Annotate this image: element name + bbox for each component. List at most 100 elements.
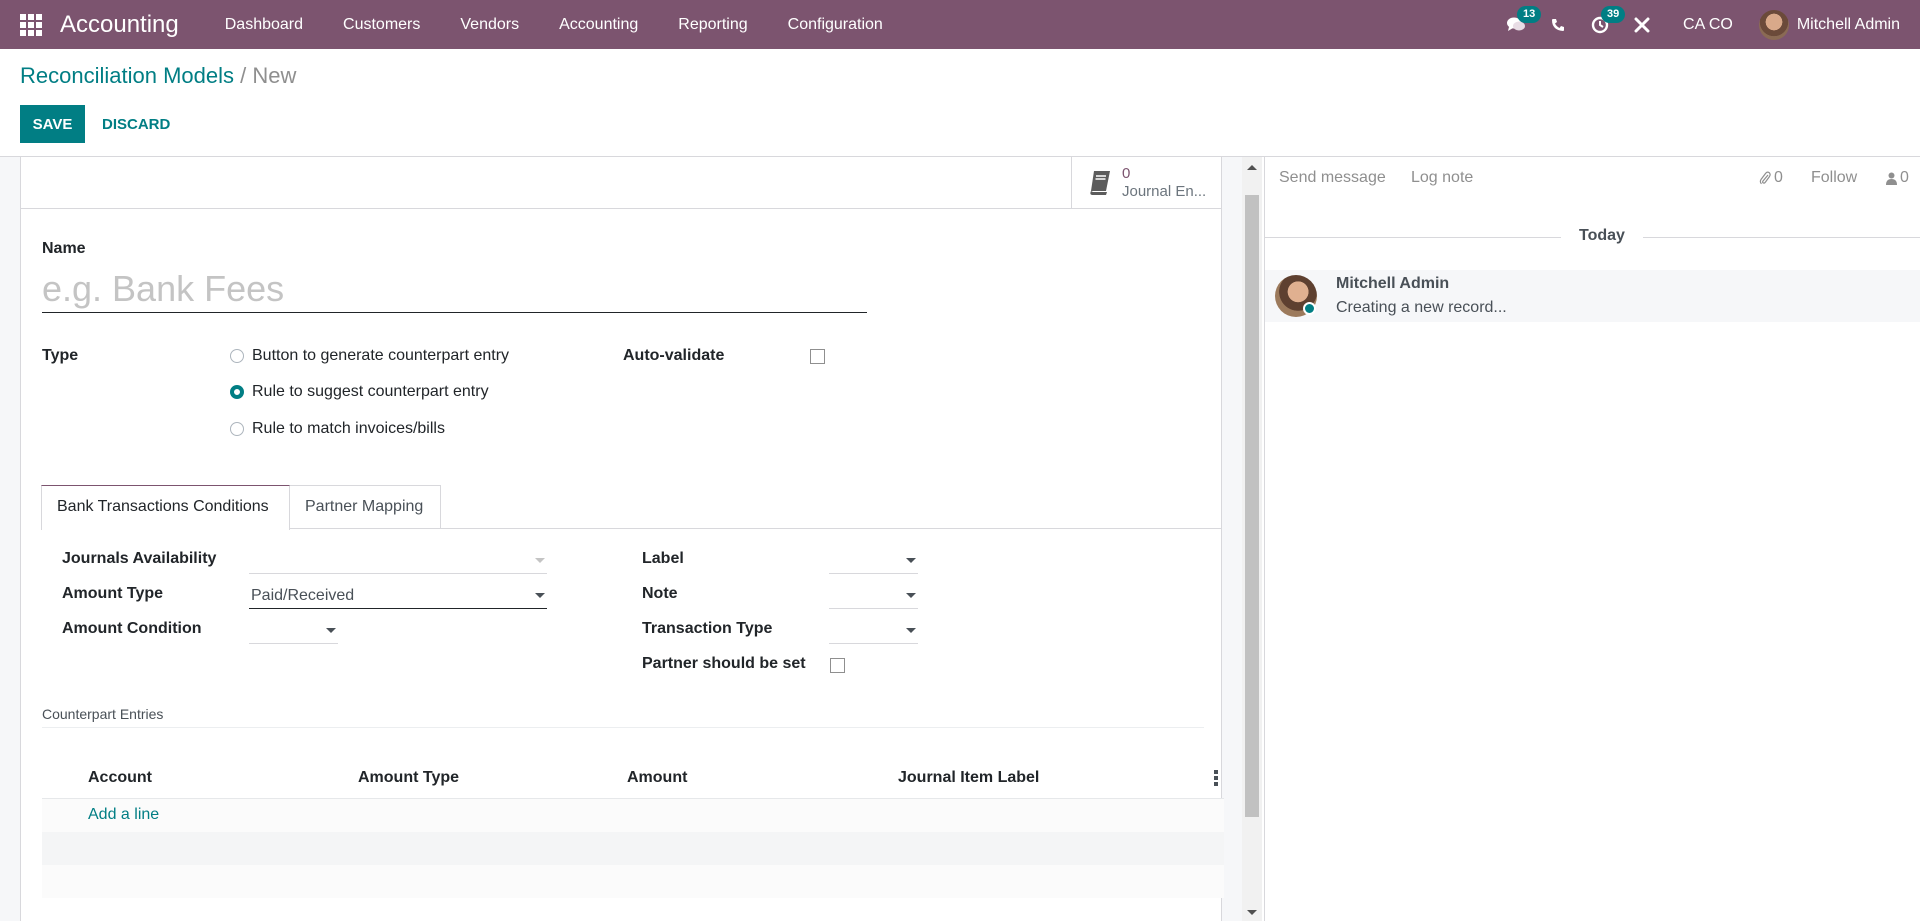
column-amount-type[interactable]: Amount Type — [358, 769, 459, 787]
counterpart-entries-table: Account Amount Type Amount Journal Item … — [42, 757, 1224, 898]
breadcrumb-separator: / — [240, 63, 247, 88]
tools-icon — [1634, 17, 1650, 32]
type-option-suggest[interactable]: Rule to suggest counterpart entry — [230, 383, 489, 401]
breadcrumb-parent[interactable]: Reconciliation Models — [20, 63, 234, 88]
menu-configuration[interactable]: Configuration — [768, 0, 903, 49]
transaction-type-label: Transaction Type — [642, 620, 773, 637]
journal-entries-stat-button[interactable]: 0 Journal En... — [1071, 157, 1221, 208]
menu-customers[interactable]: Customers — [323, 0, 440, 49]
partner-should-be-set-checkbox[interactable] — [830, 658, 845, 673]
caret-down-icon — [535, 593, 545, 598]
phone-button[interactable] — [1537, 0, 1579, 49]
type-option-button[interactable]: Button to generate counterpart entry — [230, 347, 509, 365]
log-note-button[interactable]: Log note — [1411, 169, 1473, 187]
breadcrumb-current: New — [252, 63, 297, 88]
company-switcher[interactable]: CA CO — [1663, 16, 1759, 34]
caret-down-icon — [906, 593, 916, 598]
journals-availability-select[interactable] — [249, 547, 547, 574]
book-icon — [1090, 170, 1110, 195]
section-divider — [42, 727, 1204, 728]
user-avatar — [1758, 9, 1789, 40]
tab-partner-mapping[interactable]: Partner Mapping — [290, 485, 441, 529]
tab-bank-transactions-conditions[interactable]: Bank Transactions Conditions — [41, 485, 290, 530]
main-menu: Dashboard Customers Vendors Accounting R… — [205, 0, 903, 49]
table-header: Account Amount Type Amount Journal Item … — [42, 757, 1224, 799]
add-line-row: Add a line — [42, 799, 1224, 832]
type-label: Type — [42, 347, 79, 364]
column-account[interactable]: Account — [88, 769, 152, 787]
radio-label: Rule to match invoices/bills — [252, 420, 445, 437]
app-name[interactable]: Accounting — [60, 11, 179, 39]
auto-validate-checkbox[interactable] — [810, 349, 825, 364]
partner-should-be-set-label: Partner should be set — [642, 655, 806, 672]
optional-columns-icon[interactable] — [1214, 770, 1218, 786]
radio-button[interactable] — [230, 422, 244, 436]
menu-reporting[interactable]: Reporting — [658, 0, 767, 49]
transaction-type-select[interactable] — [829, 617, 918, 644]
caret-down-icon — [535, 558, 545, 563]
radio-label: Rule to suggest counterpart entry — [252, 383, 489, 400]
amount-type-select[interactable]: Paid/Received — [249, 582, 547, 609]
menu-dashboard[interactable]: Dashboard — [205, 0, 323, 49]
user-icon — [1886, 172, 1897, 185]
auto-validate-label: Auto-validate — [623, 347, 725, 364]
systray: 13 39 CA CO Mitchell Admin — [1495, 0, 1920, 49]
table-row-empty — [42, 832, 1224, 865]
activities-button[interactable]: 39 — [1579, 0, 1626, 49]
radio-button[interactable] — [230, 349, 244, 363]
date-separator: Today — [1561, 227, 1643, 245]
message-body: Creating a new record... — [1336, 299, 1507, 316]
stat-label: Journal En... — [1122, 182, 1207, 200]
column-journal-item-label[interactable]: Journal Item Label — [898, 769, 1039, 787]
journals-availability-label: Journals Availability — [62, 550, 217, 567]
menu-vendors[interactable]: Vendors — [440, 0, 539, 49]
form-sheet: 0 Journal En... Name Type Button to gene… — [20, 157, 1224, 921]
caret-down-icon — [906, 558, 916, 563]
send-message-button[interactable]: Send message — [1279, 169, 1386, 187]
menu-accounting[interactable]: Accounting — [539, 0, 658, 49]
note-condition-label: Note — [642, 585, 678, 602]
save-button[interactable]: SAVE — [20, 105, 85, 143]
name-input[interactable] — [42, 265, 867, 313]
amount-condition-label: Amount Condition — [62, 620, 202, 637]
apps-menu-icon[interactable] — [20, 13, 42, 36]
chatter-panel: Send message Log note 0 Follow 0 Today M… — [1264, 157, 1920, 921]
caret-down-icon — [906, 628, 916, 633]
type-option-match[interactable]: Rule to match invoices/bills — [230, 420, 445, 438]
amount-type-label: Amount Type — [62, 585, 164, 602]
paperclip-icon — [1759, 171, 1771, 185]
name-label: Name — [42, 240, 86, 257]
column-amount[interactable]: Amount — [627, 769, 687, 787]
radio-label: Button to generate counterpart entry — [252, 347, 510, 364]
notebook-tabs: Bank Transactions Conditions Partner Map… — [41, 485, 1221, 530]
label-condition-select[interactable] — [829, 547, 918, 574]
messaging-button[interactable]: 13 — [1495, 0, 1542, 49]
followers-button[interactable]: 0 — [1886, 169, 1909, 187]
radio-button-checked[interactable] — [230, 385, 244, 399]
amount-type-value: Paid/Received — [251, 587, 355, 604]
scroll-up-arrow-icon[interactable] — [1247, 165, 1257, 170]
phone-icon — [1552, 18, 1565, 31]
button-box: 0 Journal En... — [21, 157, 1221, 209]
user-menu[interactable]: Mitchell Admin — [1758, 9, 1920, 40]
amount-condition-select[interactable] — [249, 617, 338, 644]
note-condition-select[interactable] — [829, 582, 918, 609]
scroll-down-arrow-icon[interactable] — [1247, 910, 1257, 915]
discard-button[interactable]: DISCARD — [96, 105, 176, 143]
message-author[interactable]: Mitchell Admin — [1336, 275, 1449, 293]
caret-down-icon — [326, 628, 336, 633]
online-status-icon — [1303, 302, 1316, 315]
followers-count: 0 — [1900, 169, 1909, 186]
breadcrumb: Reconciliation Models / New — [20, 63, 296, 89]
follow-button[interactable]: Follow — [1811, 169, 1857, 187]
scrollbar-thumb[interactable] — [1245, 195, 1259, 817]
form-scrollbar[interactable] — [1242, 157, 1262, 921]
counterpart-entries-title: Counterpart Entries — [42, 706, 164, 722]
add-a-line-link[interactable]: Add a line — [88, 806, 159, 824]
user-name: Mitchell Admin — [1796, 15, 1900, 33]
debug-tools-button[interactable] — [1621, 0, 1663, 49]
stat-value: 0 — [1122, 164, 1131, 182]
attachments-button[interactable]: 0 — [1759, 169, 1783, 187]
chatter-message: Mitchell Admin Creating a new record... — [1265, 270, 1920, 322]
table-row-empty — [42, 865, 1224, 898]
